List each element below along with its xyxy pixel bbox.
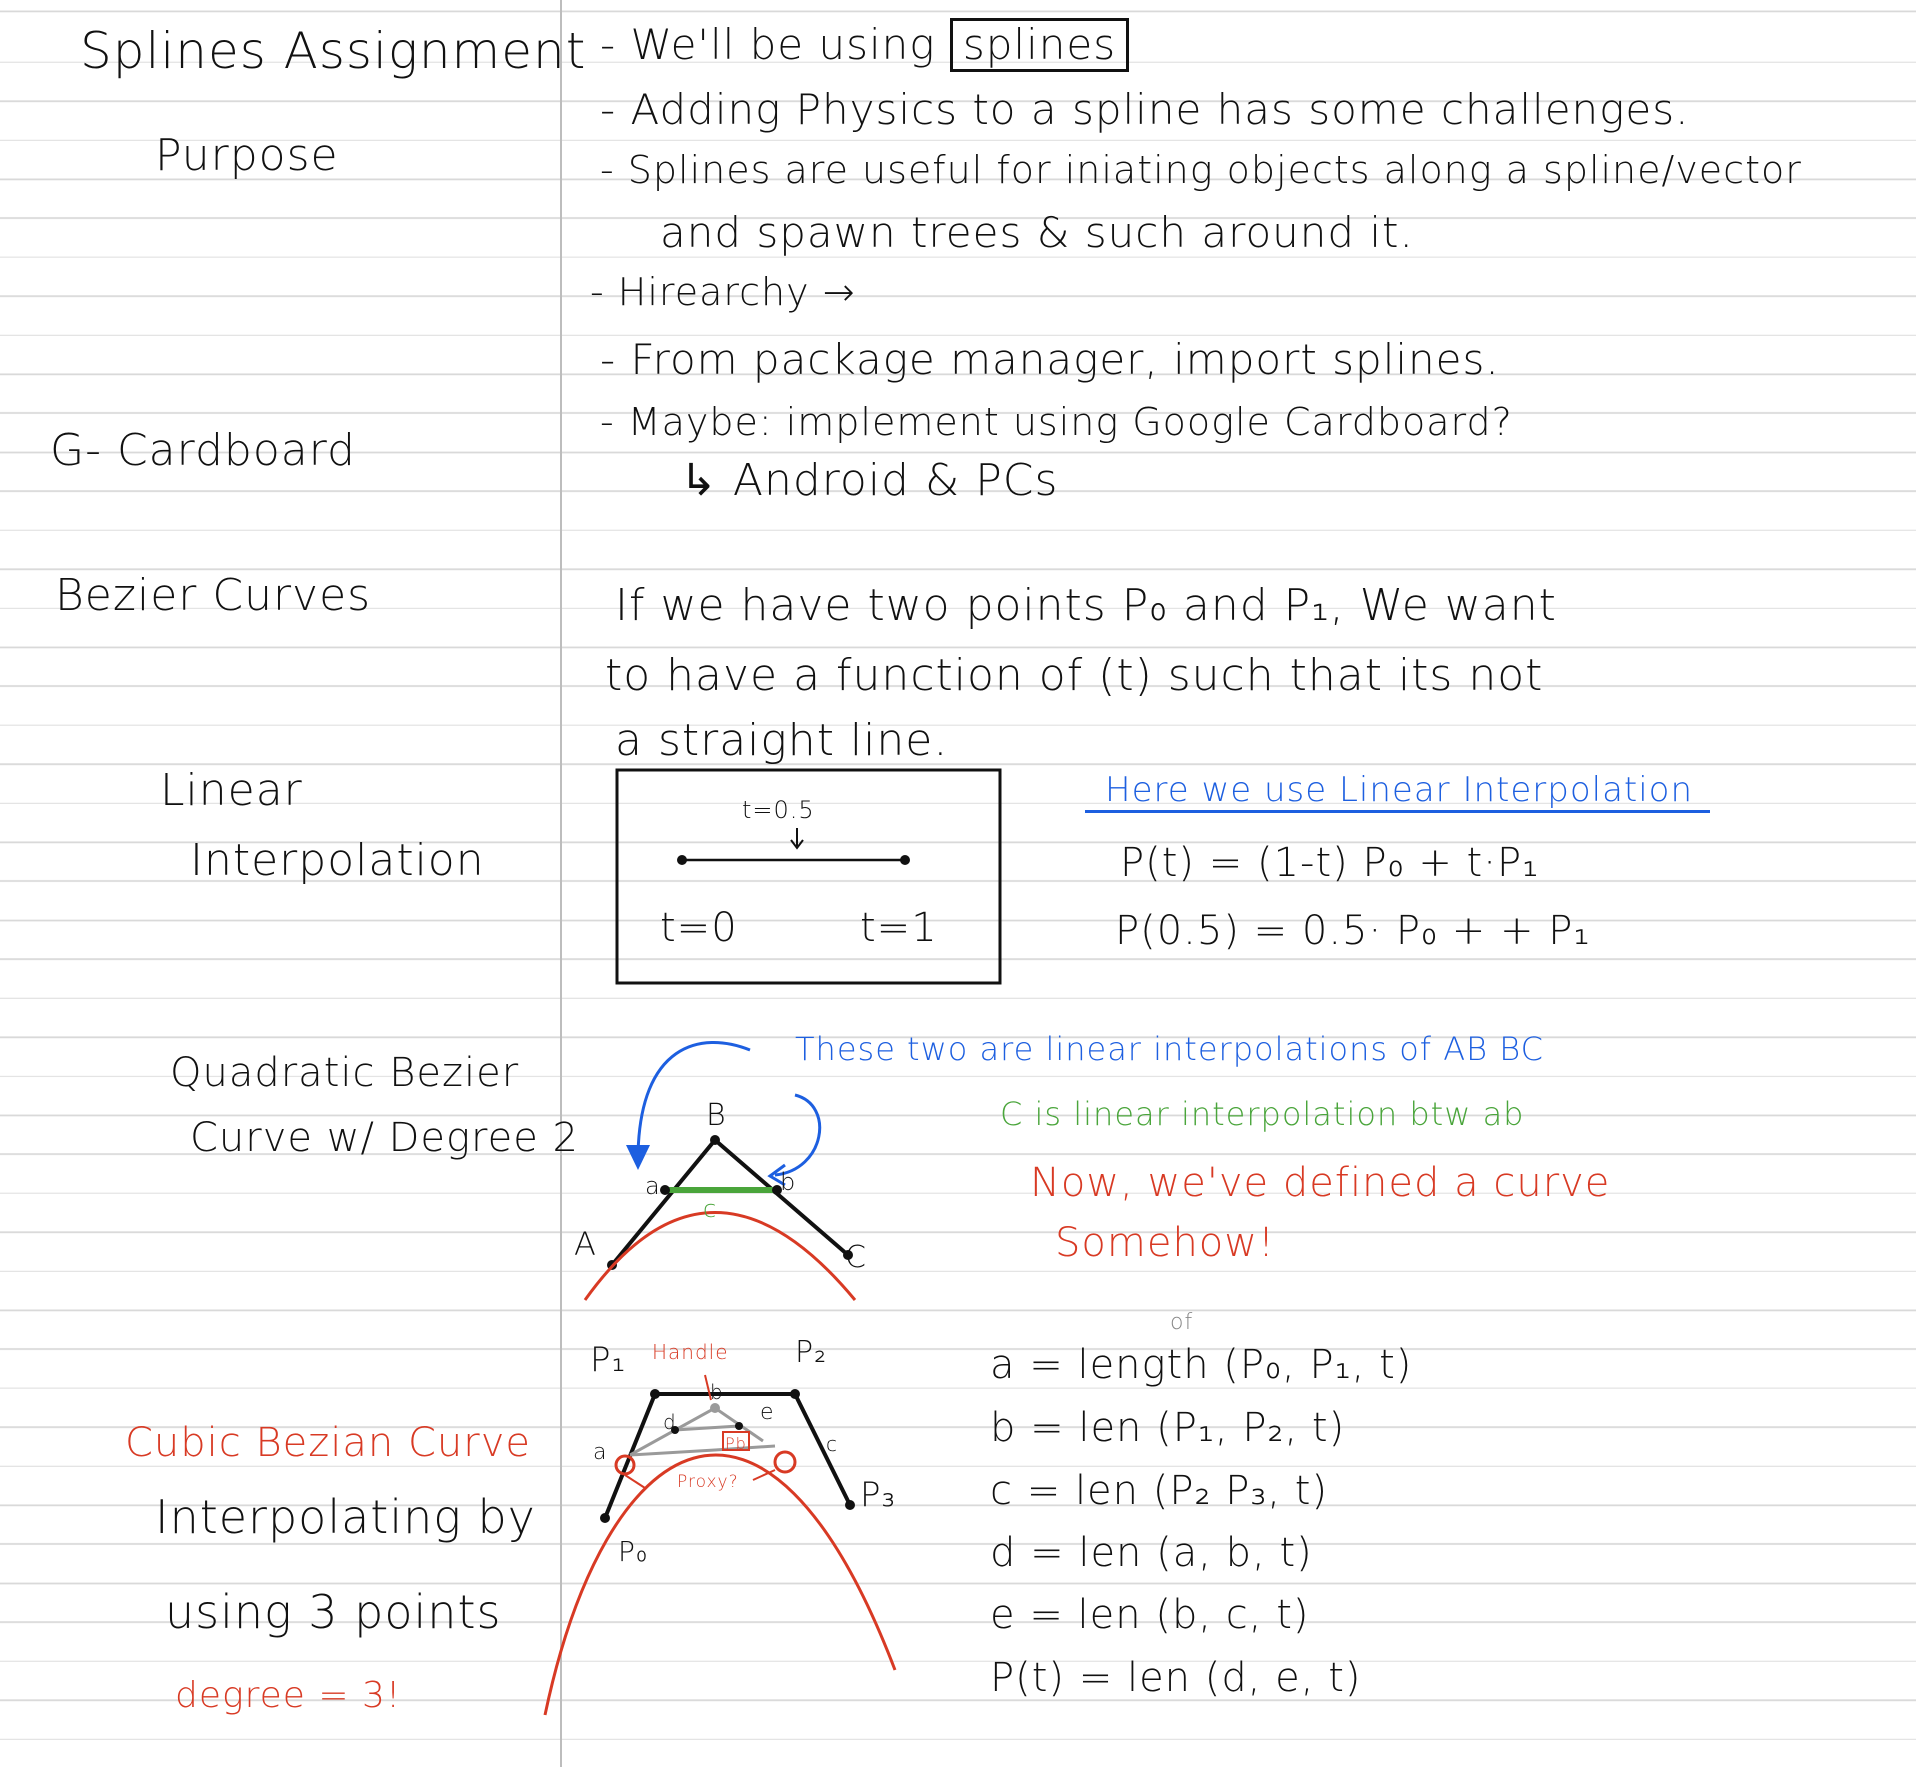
label-t-half: t=0.5 [742, 796, 815, 824]
linear-eq-2: P(0.5) = 0.5· P₀ + + P₁ [1115, 908, 1591, 954]
cubic-label-a: a [593, 1440, 608, 1465]
bullet-splines-text: - We'll be using [600, 20, 936, 69]
linear-eq-1: P(t) = (1-t) P₀ + t·P₁ [1120, 840, 1540, 886]
bullet-useful-1: - Splines are useful for iniating object… [600, 148, 1802, 192]
bullet-splines: - We'll be using splines [600, 18, 1130, 73]
proxy-arrow-left [624, 1474, 646, 1489]
linear-heading-underline [1085, 810, 1710, 813]
cubic-label-P2: P₂ [795, 1335, 828, 1370]
cubic-eq-p: P(t) = len (d, e, t) [990, 1655, 1362, 1701]
blue-arrow-right [774, 1093, 822, 1177]
point-B [710, 1135, 720, 1145]
cubic-label-P1: P₁ [590, 1340, 627, 1380]
intro-line-2: to have a function of (t) such that its … [605, 650, 1544, 701]
cubic-label-e: e [760, 1400, 775, 1425]
cubic-label-c: c [826, 1432, 838, 1456]
quad-note-red-1: Now, we've defined a curve [1030, 1160, 1611, 1206]
cubic-eq-e: e = len (b, c, t) [990, 1592, 1310, 1638]
cue-g-cardboard: G- Cardboard [50, 425, 356, 476]
cubic-point-P2 [790, 1389, 800, 1399]
cubic-eq-d: d = len (a, b, t) [990, 1530, 1313, 1576]
quad-label-c: c [703, 1195, 718, 1223]
bullet-cardboard: - Maybe: implement using Google Cardboar… [600, 400, 1513, 444]
bullet-physics: - Adding Physics to a spline has some ch… [600, 85, 1690, 134]
splines-boxed-word: splines [949, 18, 1130, 73]
cubic-label-b: b [710, 1380, 724, 1404]
construction-lower [629, 1444, 776, 1457]
point-b [710, 1403, 720, 1413]
construction-de [674, 1424, 740, 1432]
cue-bezier-curves: Bezier Curves [55, 570, 372, 621]
bullet-package-manager: - From package manager, import splines. [600, 335, 1500, 384]
control-polygon [610, 1137, 850, 1267]
cue-purpose: Purpose [155, 130, 339, 181]
point-e [735, 1422, 743, 1430]
cubic-eq-b: b = len (P₁, P₂, t) [990, 1405, 1346, 1451]
endpoint-p1 [900, 855, 910, 865]
cubic-label-P3: P₃ [860, 1475, 897, 1515]
blue-arrow-left [636, 1041, 751, 1156]
blue-arrow-left-head [626, 1145, 650, 1170]
cubic-eq-a: a = length (P₀, P₁, t) [990, 1342, 1413, 1388]
cubic-point-P0 [600, 1513, 610, 1523]
cubic-label-of: of [1170, 1310, 1194, 1335]
cue-quadratic-1: Quadratic Bezier [170, 1050, 520, 1096]
quad-label-B: B [706, 1098, 727, 1133]
cue-cubic-3: using 3 points [165, 1585, 502, 1639]
proxy-circle-right [773, 1450, 797, 1474]
cubic-label-P0: P₀ [618, 1535, 649, 1568]
cue-cubic-2: Interpolating by [155, 1490, 536, 1544]
cubic-label-handle: Handle [652, 1340, 729, 1364]
cubic-point-P3 [845, 1500, 855, 1510]
notebook-page: Splines Assignment Purpose G- Cardboard … [0, 0, 1916, 1767]
cue-title: Splines Assignment [80, 22, 587, 80]
cue-cubic-4: degree = 3! [175, 1675, 402, 1716]
intro-line-1: If we have two points P₀ and P₁, We want [615, 580, 1557, 631]
intro-line-3: a straight line. [615, 715, 949, 766]
quad-note-red-2: Somehow! [1055, 1220, 1276, 1266]
quad-label-C: C [845, 1240, 867, 1275]
endpoint-p0 [677, 855, 687, 865]
quad-note-blue: These two are linear interpolations of A… [795, 1030, 1544, 1068]
bullet-useful-2: and spawn trees & such around it. [660, 208, 1414, 257]
cubic-label-d: d [663, 1410, 677, 1434]
linear-heading: Here we use Linear Interpolation [1105, 770, 1694, 810]
label-t-one: t=1 [860, 905, 938, 951]
cue-quadratic-2: Curve w/ Degree 2 [190, 1115, 579, 1161]
quad-note-green: C is linear interpolation btw ab [1000, 1095, 1525, 1133]
bullet-hierarchy: - Hirearchy → [590, 270, 856, 314]
label-t-zero: t=0 [660, 905, 738, 951]
cue-interpolation: Interpolation [190, 835, 485, 886]
cue-linear: Linear [160, 765, 303, 816]
cubic-point-P1 [650, 1389, 660, 1399]
quad-label-a: a [645, 1172, 661, 1200]
quad-label-b: b [780, 1168, 797, 1196]
cue-cubic-1: Cubic Bezian Curve [125, 1420, 531, 1466]
bullet-android: ↳ Android & PCs [680, 455, 1059, 506]
quad-label-A: A [574, 1225, 597, 1263]
cubic-bezier-diagram [543, 1374, 897, 1716]
cubic-label-pb: Pb [725, 1434, 747, 1453]
cubic-eq-c: c = len (P₂ P₃, t) [990, 1468, 1329, 1514]
cubic-label-proxy: Proxy? [677, 1472, 739, 1492]
point-a [660, 1185, 670, 1195]
